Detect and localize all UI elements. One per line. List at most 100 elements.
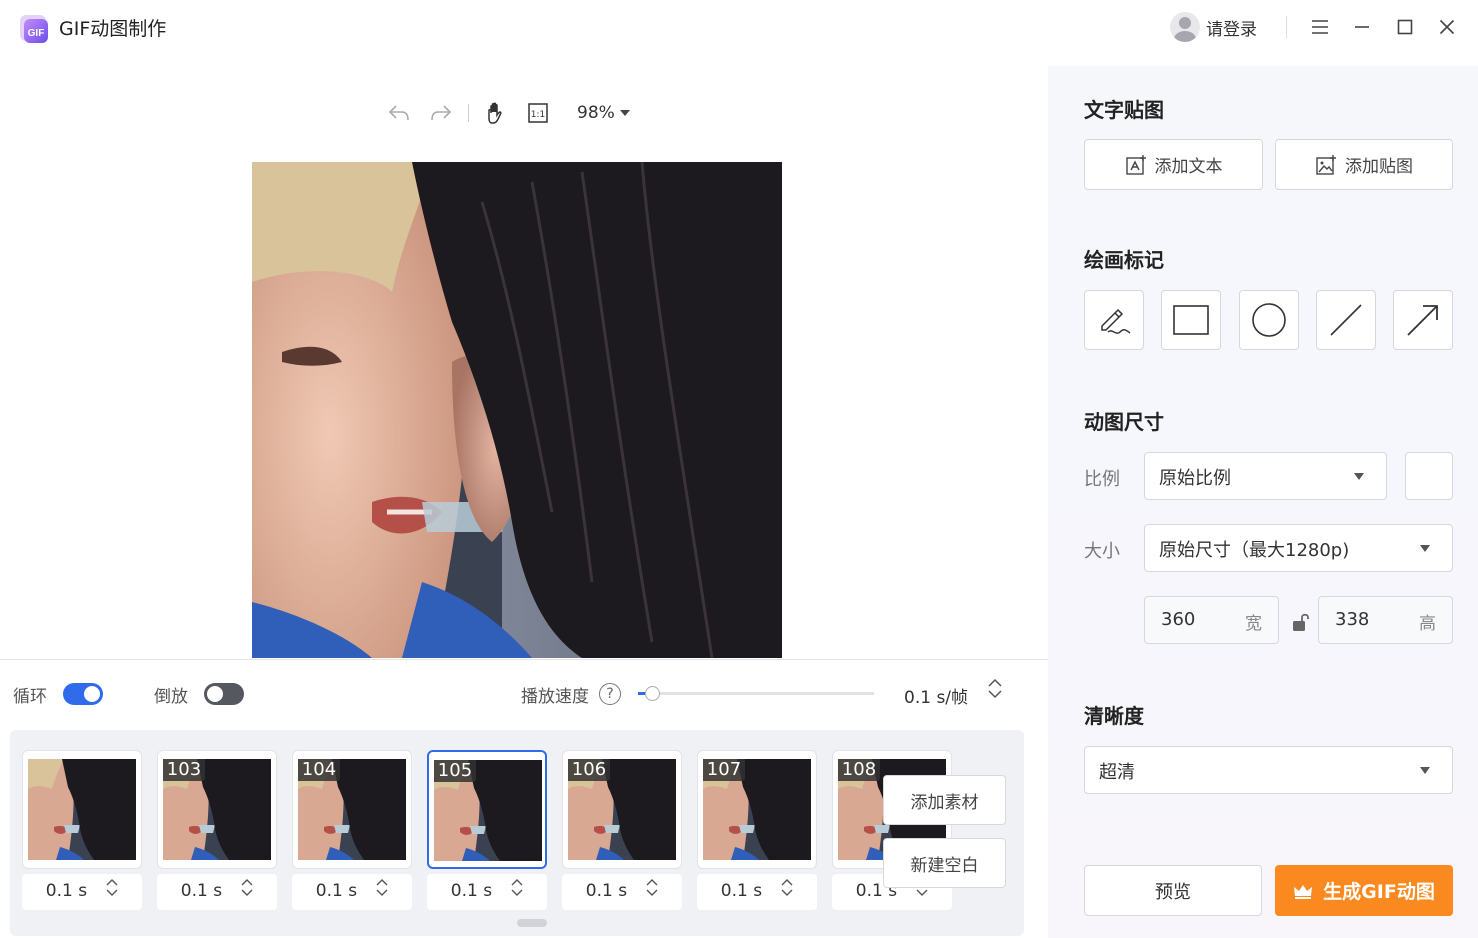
circle-tool-button[interactable]	[1239, 290, 1299, 350]
frame-duration-input[interactable]: 0.1 s	[291, 874, 412, 910]
redo-button[interactable]	[426, 98, 456, 128]
unlock-icon	[1293, 613, 1309, 631]
ratio-value: 原始比例	[1159, 468, 1231, 489]
chevron-down-icon[interactable]	[916, 889, 928, 897]
gif-preview-canvas[interactable]	[252, 162, 782, 658]
frame-duration-input[interactable]: 0.1 s	[21, 874, 142, 910]
frame-thumbnail[interactable]: 103	[156, 750, 277, 869]
pen-tool-button[interactable]	[1084, 290, 1144, 350]
frame-number: 105	[433, 760, 477, 782]
chevron-up-icon[interactable]	[511, 878, 523, 886]
preview-button[interactable]: 预览	[1084, 865, 1262, 916]
frame-thumbnail[interactable]	[21, 750, 142, 869]
pan-hand-button[interactable]	[481, 98, 511, 128]
chevron-down-icon[interactable]	[241, 889, 253, 897]
arrow-tool-button[interactable]	[1393, 290, 1453, 350]
frame-image	[27, 759, 136, 860]
panel-divider	[0, 659, 1048, 660]
speed-label: 播放速度	[521, 686, 589, 707]
frame-thumbnail[interactable]: 104	[291, 750, 412, 869]
close-button[interactable]	[1434, 14, 1460, 40]
rectangle-icon	[1173, 305, 1209, 335]
close-icon	[1439, 19, 1455, 35]
svg-text:1:1: 1:1	[531, 110, 545, 120]
frame-thumbnail[interactable]: 105	[426, 750, 547, 869]
line-tool-button[interactable]	[1316, 290, 1376, 350]
frame-duration-stepper[interactable]	[511, 878, 523, 897]
line-icon	[1330, 304, 1362, 336]
chevron-up-icon[interactable]	[241, 878, 253, 886]
chevron-down-icon	[619, 110, 630, 116]
width-input[interactable]: 360 宽	[1144, 596, 1279, 644]
maximize-button[interactable]	[1392, 14, 1418, 40]
chevron-down-icon	[1420, 545, 1430, 552]
undo-button[interactable]	[384, 98, 414, 128]
strip-scrollbar[interactable]	[517, 919, 547, 927]
canvas-toolbar: 1:1 98%	[384, 96, 631, 130]
size-select[interactable]: 原始尺寸（最大1280p)	[1144, 524, 1453, 572]
chevron-up-icon[interactable]	[646, 878, 658, 886]
generate-label: 生成GIF动图	[1323, 881, 1435, 903]
chevron-up-icon[interactable]	[106, 878, 118, 886]
chevron-down-icon[interactable]	[511, 889, 523, 897]
loop-control: 循环	[13, 678, 103, 710]
frame-duration-stepper[interactable]	[646, 878, 658, 897]
ratio-label: 比例	[1084, 469, 1120, 490]
maximize-icon	[1397, 19, 1413, 35]
height-input[interactable]: 338 高	[1318, 596, 1453, 644]
background-color-swatch[interactable]	[1405, 452, 1453, 500]
chevron-down-icon[interactable]	[646, 889, 658, 897]
chevron-down-icon[interactable]	[988, 690, 1002, 699]
add-text-icon	[1125, 154, 1146, 175]
frame-duration-input[interactable]: 0.1 s	[426, 874, 547, 910]
frame-thumbnail[interactable]: 107	[696, 750, 817, 869]
rectangle-tool-button[interactable]	[1161, 290, 1221, 350]
frame-duration-input[interactable]: 0.1 s	[696, 874, 817, 910]
add-material-button[interactable]: 添加素材	[883, 775, 1006, 825]
chevron-down-icon[interactable]	[781, 889, 793, 897]
reverse-control: 倒放	[154, 678, 244, 710]
chevron-up-icon[interactable]	[376, 878, 388, 886]
frame-duration-value: 0.1 s	[45, 881, 88, 901]
login-button[interactable]: 请登录	[1170, 12, 1257, 42]
settings-panel: 文字贴图 添加文本 添加贴图 绘画标记 动图尺寸 比例 原始比例 大小 原始尺寸…	[1048, 66, 1478, 938]
loop-label: 循环	[13, 686, 47, 707]
speed-slider[interactable]	[638, 686, 874, 701]
help-icon[interactable]: ?	[599, 683, 621, 705]
size-title: 动图尺寸	[1084, 410, 1164, 434]
add-sticker-button[interactable]: 添加贴图	[1275, 139, 1453, 190]
height-unit: 高	[1419, 614, 1436, 634]
frame-duration-input[interactable]: 0.1 s	[156, 874, 277, 910]
title-bar: GIF GIF动图制作 请登录	[0, 0, 1478, 56]
ratio-select[interactable]: 原始比例	[1144, 452, 1387, 500]
zoom-value: 98%	[577, 103, 615, 123]
quality-select[interactable]: 超清	[1084, 746, 1453, 794]
zoom-dropdown[interactable]: 98%	[577, 103, 631, 123]
aspect-lock-button[interactable]	[1292, 612, 1310, 636]
frame-thumbnail[interactable]: 106	[561, 750, 682, 869]
frame-duration-value: 0.1 s	[585, 881, 628, 901]
menu-button[interactable]	[1307, 14, 1333, 40]
add-text-button[interactable]: 添加文本	[1084, 139, 1263, 190]
speed-slider-thumb[interactable]	[645, 686, 661, 701]
frame-duration-stepper[interactable]	[106, 878, 118, 897]
minimize-button[interactable]	[1349, 14, 1375, 40]
new-blank-button[interactable]: 新建空白	[883, 838, 1006, 888]
chevron-up-icon[interactable]	[781, 878, 793, 886]
speed-control: 播放速度 ?	[521, 678, 621, 710]
generate-gif-button[interactable]: 生成GIF动图	[1275, 865, 1453, 916]
chevron-down-icon[interactable]	[106, 889, 118, 897]
speed-stepper[interactable]	[988, 678, 1002, 699]
frame-duration-stepper[interactable]	[781, 878, 793, 897]
undo-icon	[388, 105, 409, 121]
loop-toggle[interactable]	[63, 683, 103, 705]
frame-duration-input[interactable]: 0.1 s	[561, 874, 682, 910]
reverse-toggle[interactable]	[204, 683, 244, 705]
frame-duration-stepper[interactable]	[241, 878, 253, 897]
logo-text: GIF	[28, 28, 45, 39]
chevron-up-icon[interactable]	[988, 678, 1002, 687]
frame-duration-stepper[interactable]	[376, 878, 388, 897]
chevron-down-icon[interactable]	[376, 889, 388, 897]
frame-number: 104	[297, 759, 341, 781]
actual-size-button[interactable]: 1:1	[523, 98, 553, 128]
